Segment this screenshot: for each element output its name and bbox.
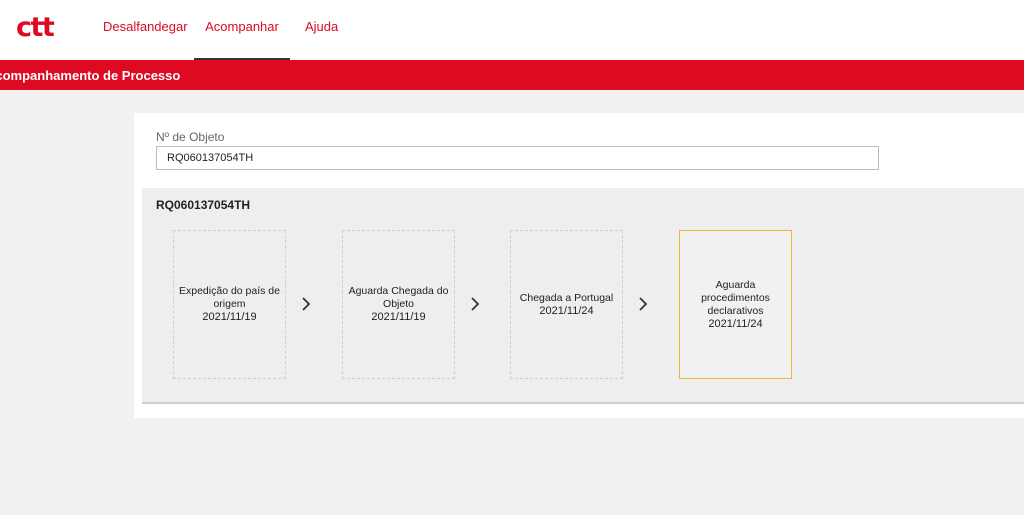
step-label: Aguarda Chegada do Objeto xyxy=(348,285,449,310)
object-number-label: Nº de Objeto xyxy=(156,130,225,144)
ctt-logo[interactable]: ctt xyxy=(16,12,55,43)
step-date: 2021/11/24 xyxy=(708,317,763,330)
process-step-aguarda-procedimentos: Aguarda procedimentos declarativos 2021/… xyxy=(679,230,792,379)
chevron-right-icon xyxy=(471,297,480,311)
step-date: 2021/11/24 xyxy=(539,304,594,317)
chevron-right-icon xyxy=(302,297,311,311)
chevron-right-icon xyxy=(639,297,648,311)
step-label: Aguarda procedimentos declarativos xyxy=(701,278,770,317)
object-number-input[interactable] xyxy=(156,146,879,170)
top-navigation: ctt Desalfandegar Acompanhar Ajuda xyxy=(0,0,1024,60)
tracking-result: RQ060137054TH Expedição do país de orige… xyxy=(142,188,1024,404)
step-date: 2021/11/19 xyxy=(202,311,257,323)
result-object-number: RQ060137054TH xyxy=(156,198,251,212)
step-date: 2021/11/19 xyxy=(371,311,426,323)
tracking-card: Nº de Objeto RQ060137054TH Expedição do … xyxy=(134,113,1024,418)
step-label: Chegada a Portugal xyxy=(519,291,614,304)
process-step-chegada-portugal: Chegada a Portugal 2021/11/24 xyxy=(510,230,623,379)
process-step-expedicao: Expedição do país de origem 2021/11/19 xyxy=(173,230,286,379)
nav-item-desalfandegar[interactable]: Desalfandegar xyxy=(103,0,188,60)
process-step-aguarda-chegada: Aguarda Chegada do Objeto 2021/11/19 xyxy=(342,230,455,379)
step-label: Expedição do país de origem xyxy=(179,285,280,310)
page-title: Acompanhamento de Processo xyxy=(0,68,181,83)
nav-item-ajuda[interactable]: Ajuda xyxy=(305,0,338,60)
page-title-bar: Acompanhamento de Processo xyxy=(0,60,1024,90)
nav-item-acompanhar[interactable]: Acompanhar xyxy=(194,0,290,60)
